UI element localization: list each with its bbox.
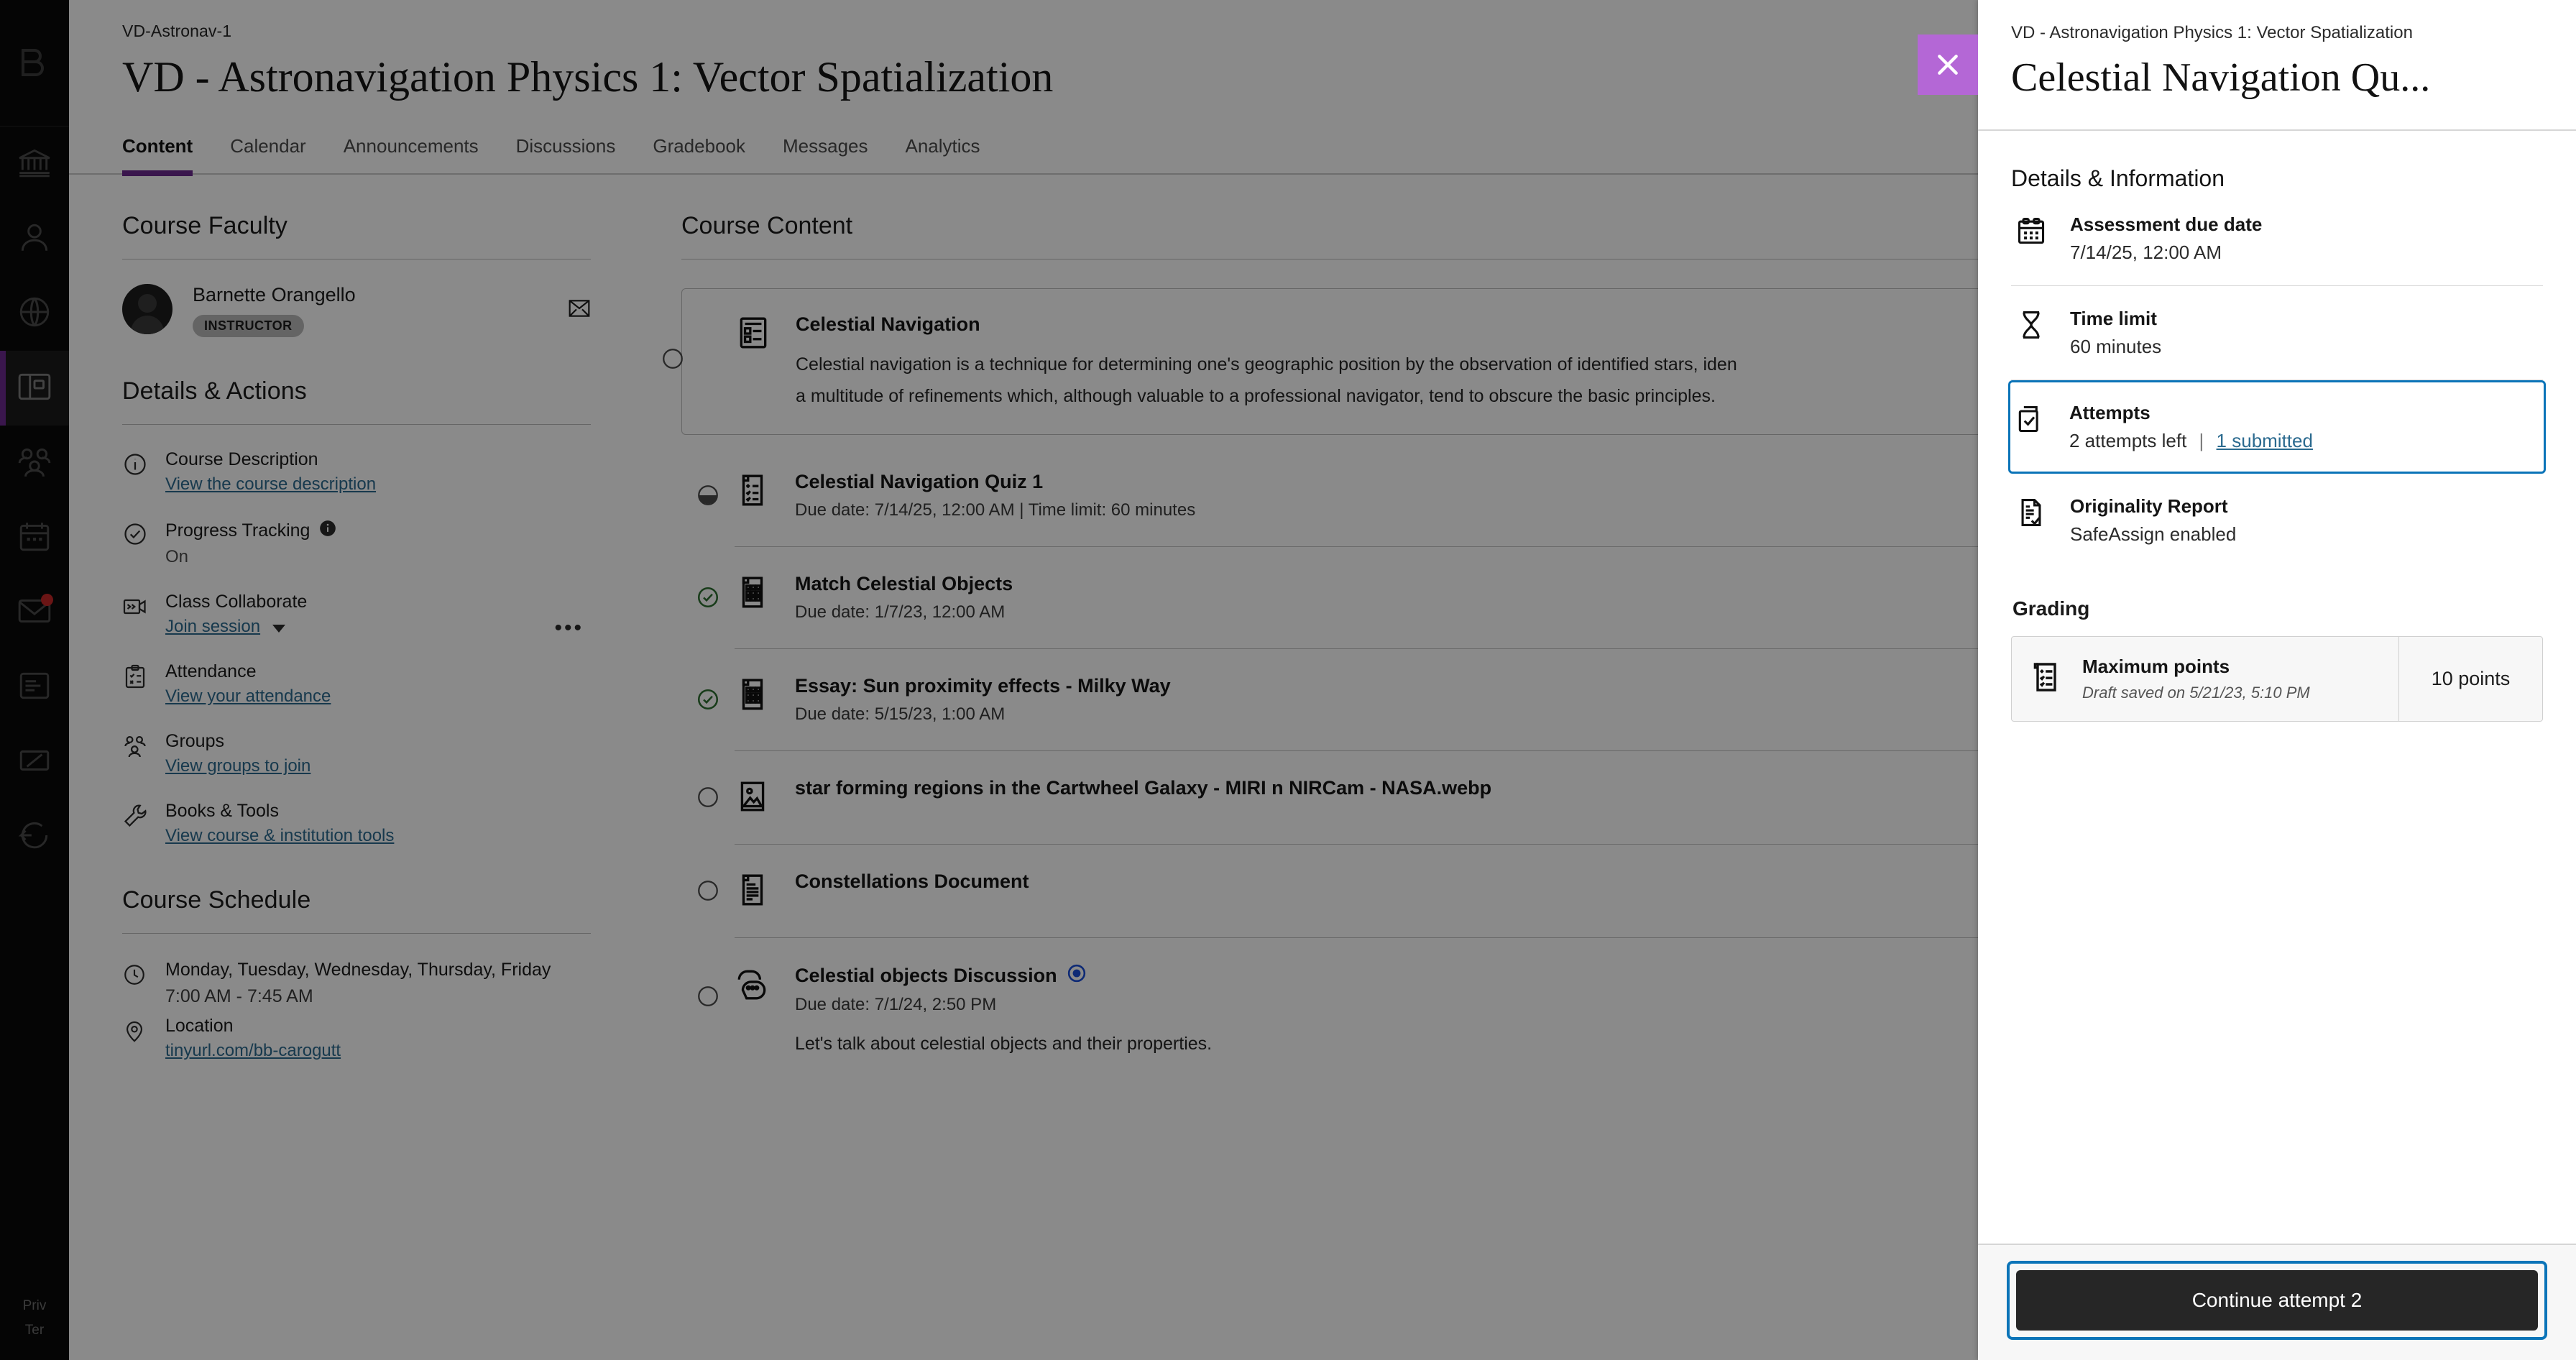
attempts-icon: [2015, 402, 2053, 438]
detail-attempts[interactable]: Attempts 2 attempts left | 1 submitted: [2008, 380, 2546, 474]
panel-title: Celestial Navigation Qu...: [2011, 55, 2431, 100]
detail-assessment-due-date: Assessment due date 7/14/25, 12:00 AM: [2011, 192, 2543, 286]
detail-label: Originality Report: [2070, 495, 2228, 517]
detail-originality-report: Originality Report SafeAssign enabled: [2011, 474, 2543, 567]
modal-dim-overlay[interactable]: [0, 0, 1978, 1360]
rubric-icon: [2029, 660, 2068, 698]
details-information-heading: Details & Information: [2011, 165, 2225, 191]
panel-header: VD - Astronavigation Physics 1: Vector S…: [1978, 0, 2576, 131]
originality-icon: [2015, 495, 2054, 532]
detail-label: Assessment due date: [2070, 213, 2263, 235]
grading-title: Maximum points: [2082, 656, 2230, 677]
grading-draft-saved: Draft saved on 5/21/23, 5:10 PM: [2082, 684, 2310, 702]
submitted-attempts-link[interactable]: 1 submitted: [2217, 430, 2313, 451]
cta-focus-ring: Continue attempt 2: [2007, 1261, 2547, 1340]
detail-value: 7/14/25, 12:00 AM: [2070, 242, 2222, 263]
assessment-details-panel: VD - Astronavigation Physics 1: Vector S…: [1918, 0, 2576, 1360]
grading-card: Maximum points Draft saved on 5/21/23, 5…: [2011, 636, 2543, 722]
breadcrumb: VD - Astronavigation Physics 1: Vector S…: [2011, 23, 2413, 42]
detail-value: SafeAssign enabled: [2070, 523, 2237, 545]
detail-label: Time limit: [2070, 308, 2157, 329]
attempts-left-text: 2 attempts left: [2069, 430, 2187, 451]
continue-attempt-button[interactable]: Continue attempt 2: [2016, 1270, 2538, 1331]
detail-label: Attempts: [2069, 402, 2150, 423]
detail-time-limit: Time limit 60 minutes: [2011, 286, 2543, 380]
close-icon[interactable]: [1918, 35, 1978, 95]
panel-footer: Continue attempt 2: [1978, 1244, 2576, 1360]
hourglass-icon: [2015, 308, 2054, 344]
detail-value: 2 attempts left | 1 submitted: [2069, 430, 2313, 452]
calendar-icon: [2015, 213, 2054, 250]
panel-body: Details & Information Assessment due dat…: [1978, 131, 2576, 1244]
separator: |: [2199, 430, 2204, 451]
detail-value: 60 minutes: [2070, 336, 2162, 357]
grading-points: 10 points: [2398, 637, 2542, 721]
grading-heading: Grading: [2012, 597, 2090, 620]
